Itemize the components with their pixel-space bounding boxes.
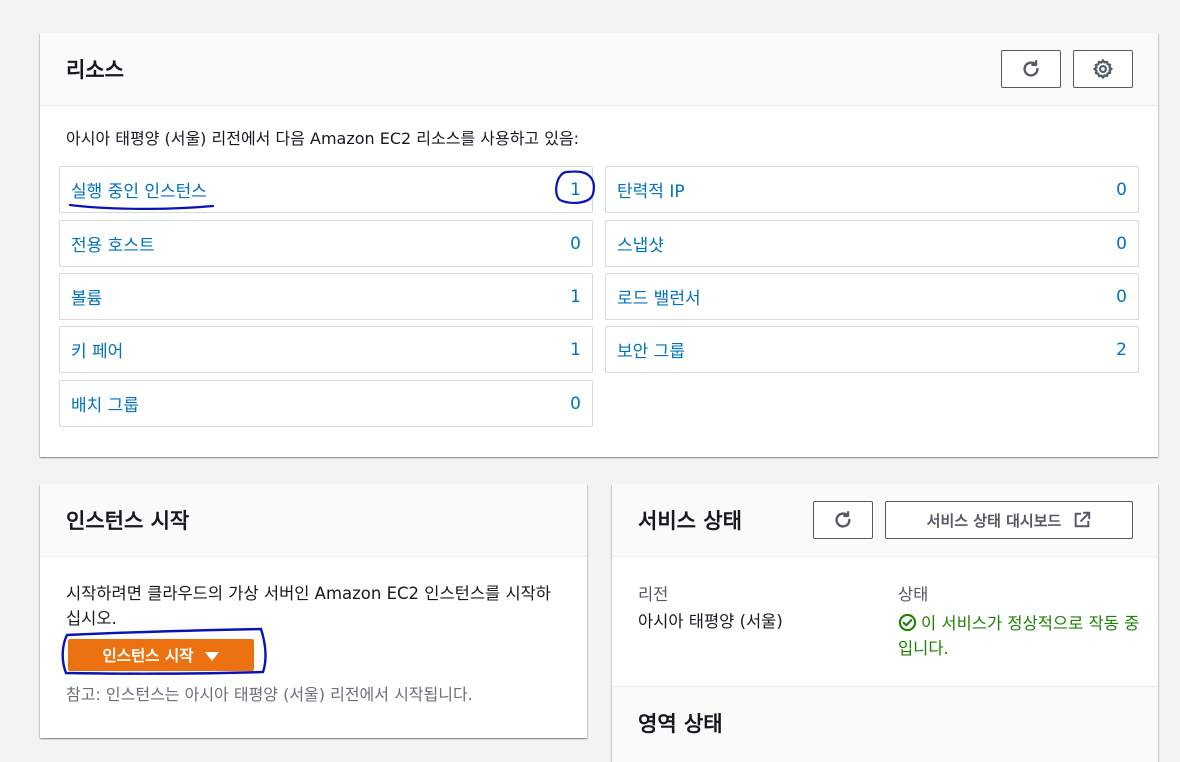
launch-header: 인스턴스 시작	[40, 484, 587, 557]
resource-count[interactable]: 0	[570, 394, 581, 414]
dashboard-button-label[interactable]: 서비스 상태 대시보드	[927, 510, 1062, 531]
resources-panel: 리소스 아시아 태평양 (서울) 리전에서 다음 Amazon EC2 리소스를…	[40, 33, 1158, 457]
region-label: 리전	[638, 585, 669, 604]
resources-intro: 아시아 태평양 (서울) 리전에서 다음 Amazon EC2 리소스를 사용하…	[66, 129, 580, 148]
launch-note: 참고: 인스턴스는 아시아 태평양 (서울) 리전에서 시작됩니다.	[66, 685, 473, 704]
gear-icon	[1093, 59, 1113, 79]
resource-label[interactable]: 배치 그룹	[71, 391, 139, 416]
resource-count[interactable]: 2	[1116, 340, 1127, 360]
refresh-icon	[835, 511, 851, 528]
launch-button-label[interactable]: 인스턴스 시작	[103, 644, 194, 666]
launch-instance-button[interactable]: 인스턴스 시작	[68, 639, 254, 671]
resources-title: 리소스	[66, 58, 124, 82]
status-header: 서비스 상태 서비스 상태 대시보드	[612, 484, 1158, 557]
status-title: 서비스 상태	[638, 509, 742, 533]
resource-count[interactable]: 0	[1116, 180, 1127, 200]
resources-refresh-button[interactable]	[1001, 50, 1061, 88]
resources-settings-button[interactable]	[1073, 50, 1133, 88]
resource-label[interactable]: 로드 밸런서	[617, 284, 701, 309]
resource-count[interactable]: 1	[570, 340, 581, 360]
resource-volumes[interactable]: 볼륨 1	[59, 273, 593, 320]
resource-count[interactable]: 0	[1116, 287, 1127, 307]
service-health-dashboard-button[interactable]: 서비스 상태 대시보드	[885, 501, 1133, 539]
external-link-icon	[1075, 511, 1091, 528]
resource-count[interactable]: 1	[570, 180, 581, 200]
status-value-text: 이 서비스가 정상적으로 작동 중입니다.	[898, 614, 1140, 658]
resource-label[interactable]: 키 페어	[71, 337, 123, 362]
resource-label[interactable]: 전용 호스트	[71, 231, 155, 256]
resource-load-balancers[interactable]: 로드 밸런서 0	[605, 273, 1139, 320]
caret-down-icon[interactable]	[205, 651, 220, 661]
check-circle-icon	[898, 613, 917, 632]
resource-label[interactable]: 보안 그룹	[617, 337, 685, 362]
resource-snapshots[interactable]: 스냅샷 0	[605, 220, 1139, 267]
zone-status-title: 영역 상태	[638, 712, 723, 736]
resource-label[interactable]: 탄력적 IP	[617, 177, 685, 202]
status-label: 상태	[898, 585, 929, 604]
resource-label[interactable]: 스냅샷	[617, 231, 664, 256]
resource-running-instances[interactable]: 실행 중인 인스턴스 1	[59, 166, 593, 213]
launch-title: 인스턴스 시작	[66, 509, 190, 533]
status-refresh-button[interactable]	[813, 501, 873, 539]
launch-description: 시작하려면 클라우드의 가상 서버인 Amazon EC2 인스턴스를 시작하십…	[66, 584, 551, 628]
resource-label[interactable]: 볼륨	[71, 284, 102, 309]
resource-security-groups[interactable]: 보안 그룹 2	[605, 326, 1139, 373]
refresh-icon	[1023, 60, 1039, 77]
resources-header: 리소스	[40, 33, 1158, 106]
resource-elastic-ips[interactable]: 탄력적 IP 0	[605, 166, 1139, 213]
resource-count[interactable]: 1	[570, 287, 581, 307]
region-value: 아시아 태평양 (서울)	[638, 612, 783, 631]
resource-dedicated-hosts[interactable]: 전용 호스트 0	[59, 220, 593, 267]
launch-instance-panel: 인스턴스 시작 시작하려면 클라우드의 가상 서버인 Amazon EC2 인스…	[40, 484, 587, 738]
resource-count[interactable]: 0	[1116, 234, 1127, 254]
status-value: 이 서비스가 정상적으로 작동 중입니다.	[898, 611, 1148, 661]
resource-key-pairs[interactable]: 키 페어 1	[59, 326, 593, 373]
resource-label[interactable]: 실행 중인 인스턴스	[71, 177, 207, 202]
service-status-panel: 서비스 상태 서비스 상태 대시보드 리전 아시아 태평양 (서울) 상태 이 …	[612, 484, 1158, 762]
resource-placement-groups[interactable]: 배치 그룹 0	[59, 380, 593, 427]
resource-count[interactable]: 0	[570, 234, 581, 254]
